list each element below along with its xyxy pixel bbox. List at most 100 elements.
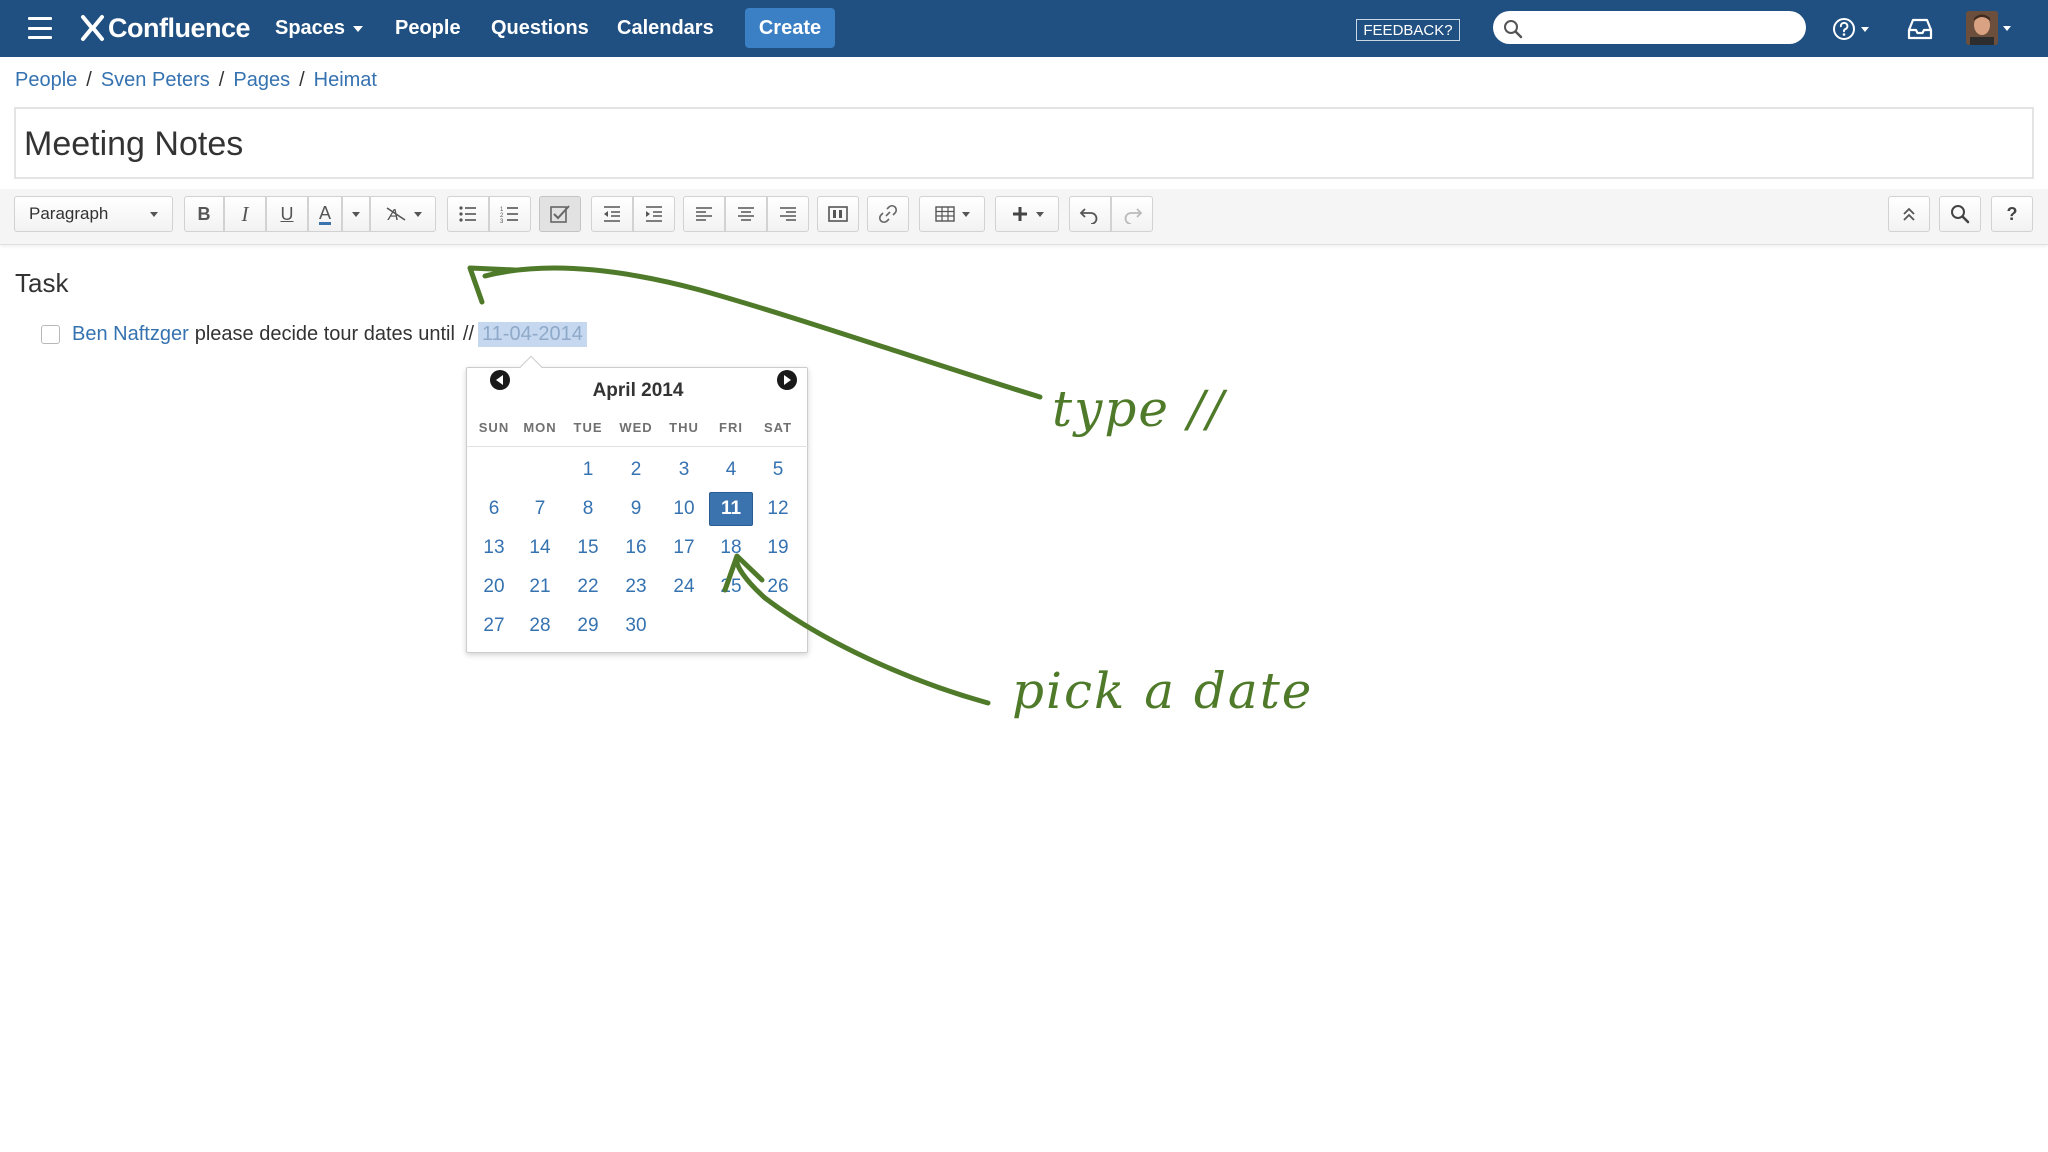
find-replace-button[interactable] [1939, 196, 1981, 232]
date-picker-day[interactable]: 12 [756, 492, 800, 526]
date-picker-day[interactable]: 30 [614, 609, 658, 643]
help-menu[interactable] [1832, 14, 1869, 44]
date-picker-day[interactable]: 21 [518, 570, 562, 604]
text-color-button[interactable]: A [308, 196, 342, 232]
app-switcher-menu-icon[interactable] [28, 17, 52, 39]
nav-calendars[interactable]: Calendars [617, 0, 714, 57]
type-hint-annotation: type // [1052, 380, 1226, 438]
date-picker-day[interactable]: 26 [756, 570, 800, 604]
date-picker-day[interactable]: 24 [662, 570, 706, 604]
paragraph-style-dropdown[interactable]: Paragraph [14, 196, 173, 232]
chevron-down-icon [353, 25, 364, 32]
italic-button[interactable]: I [224, 196, 266, 232]
text-color-dropdown[interactable] [342, 196, 370, 232]
date-picker-day[interactable]: 1 [566, 453, 610, 487]
date-picker-day[interactable]: 18 [709, 531, 753, 565]
date-picker-day[interactable]: 5 [756, 453, 800, 487]
user-mention-link[interactable]: Ben Naftzger [72, 323, 189, 346]
editor-help-button[interactable]: ? [1991, 196, 2033, 232]
chevron-down-icon [352, 211, 360, 217]
date-picker-day[interactable]: 19 [756, 531, 800, 565]
create-button[interactable]: Create [745, 8, 835, 48]
date-picker-day-selected[interactable]: 11 [709, 492, 753, 526]
insert-link-button[interactable] [867, 196, 909, 232]
date-picker-day[interactable]: 2 [614, 453, 658, 487]
date-picker-day[interactable]: 25 [709, 570, 753, 604]
search-icon [1951, 205, 1970, 224]
breadcrumb-people[interactable]: People [15, 69, 77, 92]
breadcrumb-pages[interactable]: Pages [233, 69, 290, 92]
chevron-down-icon [150, 211, 158, 217]
breadcrumb-sven-peters[interactable]: Sven Peters [101, 69, 210, 92]
chevron-down-icon [1035, 211, 1044, 217]
bullet-list-button[interactable] [447, 196, 489, 232]
date-picker-day[interactable]: 14 [518, 531, 562, 565]
search-input[interactable] [1529, 15, 1793, 40]
date-picker-day[interactable]: 13 [472, 531, 516, 565]
align-right-button[interactable] [767, 196, 809, 232]
bold-button[interactable]: B [184, 196, 224, 232]
redo-icon [1124, 208, 1143, 224]
indent-button[interactable] [633, 196, 675, 232]
outdent-button[interactable] [591, 196, 633, 232]
page-layout-button[interactable] [817, 196, 859, 232]
date-picker-day[interactable]: 8 [566, 492, 610, 526]
weekday-label-wed: WED [619, 420, 653, 435]
date-picker-day[interactable]: 17 [662, 531, 706, 565]
date-picker-day[interactable]: 9 [614, 492, 658, 526]
date-picker-day[interactable]: 6 [472, 492, 516, 526]
breadcrumb: People / Sven Peters / Pages / Heimat [15, 69, 377, 92]
redo-button[interactable] [1111, 196, 1153, 232]
date-picker-day[interactable]: 20 [472, 570, 516, 604]
date-picker-day[interactable]: 28 [518, 609, 562, 643]
breadcrumb-heimat[interactable]: Heimat [314, 69, 377, 92]
notifications-icon[interactable] [1906, 16, 1934, 42]
more-formatting-dropdown[interactable]: A [370, 196, 436, 232]
nav-questions[interactable]: Questions [491, 0, 589, 57]
page-layout-icon [828, 206, 848, 222]
underline-button[interactable]: U [266, 196, 308, 232]
date-picker-day[interactable]: 3 [662, 453, 706, 487]
brand-name: Confluence [108, 12, 251, 43]
top-navigation-bar: Confluence Spaces People Questions Calen… [0, 0, 2048, 57]
insert-table-dropdown[interactable] [919, 196, 985, 232]
task-checkbox[interactable] [41, 324, 60, 344]
page-title-field[interactable] [14, 107, 2034, 179]
nav-spaces[interactable]: Spaces [275, 0, 364, 57]
due-date-token[interactable]: 11-04-2014 [478, 321, 587, 347]
breadcrumb-separator: / [299, 69, 305, 91]
confluence-logo[interactable]: Confluence [80, 10, 251, 46]
page-title-input[interactable] [24, 121, 2014, 167]
nav-people-label: People [395, 17, 461, 39]
nav-people[interactable]: People [395, 0, 461, 57]
checkbox-task-icon [550, 205, 570, 223]
date-picker-day[interactable]: 23 [614, 570, 658, 604]
indent-icon [646, 206, 662, 222]
date-picker-day[interactable]: 10 [662, 492, 706, 526]
align-right-icon [780, 207, 796, 221]
date-picker-day[interactable]: 15 [566, 531, 610, 565]
date-picker-day[interactable]: 16 [614, 531, 658, 565]
align-left-icon [696, 207, 712, 221]
align-center-button[interactable] [725, 196, 767, 232]
chevron-down-icon [2003, 25, 2011, 31]
numbered-list-button[interactable]: 1 2 3 [489, 196, 531, 232]
weekday-label-mon: MON [523, 420, 557, 435]
date-picker-popup: April 2014 SUN MON TUE WED THU FRI SAT 1234567… [466, 355, 809, 653]
date-picker-day[interactable]: 29 [566, 609, 610, 643]
date-picker-day[interactable]: 22 [566, 570, 610, 604]
underline-icon: U [280, 203, 294, 224]
align-center-icon [738, 207, 754, 221]
search-box[interactable] [1493, 11, 1806, 44]
collapse-toolbar-button[interactable] [1888, 196, 1930, 232]
insert-more-dropdown[interactable] [995, 196, 1059, 232]
date-picker-day[interactable]: 7 [518, 492, 562, 526]
italic-icon: I [241, 201, 249, 226]
user-menu[interactable] [1966, 11, 2011, 45]
date-picker-day[interactable]: 27 [472, 609, 516, 643]
task-list-button[interactable] [539, 196, 581, 232]
align-left-button[interactable] [683, 196, 725, 232]
date-picker-day[interactable]: 4 [709, 453, 753, 487]
undo-button[interactable] [1069, 196, 1111, 232]
feedback-button[interactable]: FEEDBACK? [1356, 19, 1460, 41]
